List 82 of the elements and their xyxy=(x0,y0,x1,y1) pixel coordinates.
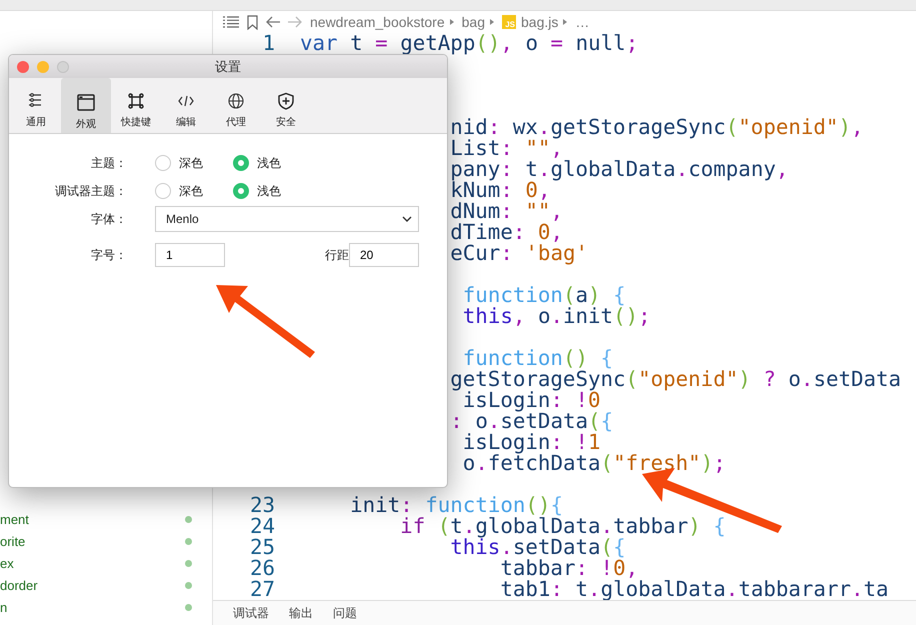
settings-tab[interactable]: 编辑 xyxy=(161,78,211,133)
breadcrumb-item[interactable]: newdream_bookstore xyxy=(310,14,445,30)
line-number: 25 xyxy=(248,537,275,558)
code-line: this.setData({ xyxy=(450,537,626,558)
radio-button[interactable] xyxy=(233,155,249,171)
panel-tab[interactable]: 输出 xyxy=(289,605,313,622)
window-icon xyxy=(77,94,95,112)
chevron-icon xyxy=(563,19,568,25)
code-line: dNum: "", xyxy=(450,201,563,222)
code-line: function() { xyxy=(462,348,614,369)
settings-tab[interactable]: 通用 xyxy=(11,78,61,133)
status-dot-icon xyxy=(185,604,192,610)
font-dropdown[interactable]: Menlo xyxy=(155,206,419,232)
file-name[interactable]: ex xyxy=(0,556,185,570)
breadcrumb-item[interactable]: bag.js xyxy=(521,14,558,30)
code-line: init: function(){ xyxy=(350,495,564,516)
file-name[interactable]: ment xyxy=(0,512,185,526)
chevron-down-icon xyxy=(402,216,412,222)
breadcrumb-item[interactable]: bag xyxy=(462,14,485,30)
number-input[interactable]: 1 xyxy=(155,243,225,267)
code-line: if (t.globalData.tabbar) { xyxy=(400,516,726,537)
field-label: 字号： xyxy=(90,246,127,264)
line-number: 27 xyxy=(248,579,275,600)
status-dot-icon xyxy=(185,582,192,588)
code-line: List: "", xyxy=(450,138,563,159)
forward-arrow-icon[interactable] xyxy=(288,16,302,28)
settings-tab[interactable]: 安全 xyxy=(261,78,311,133)
minimize-button[interactable] xyxy=(37,60,49,72)
line-number: 26 xyxy=(248,558,275,579)
zoom-button[interactable] xyxy=(57,60,69,72)
code-line: isLogin: !1 xyxy=(462,432,601,453)
code-line: : o.setData({ xyxy=(450,411,614,432)
code-line: isLogin: !0 xyxy=(462,390,601,411)
file-name[interactable]: dorder xyxy=(0,578,185,592)
code-line: eCur: 'bag' xyxy=(450,243,588,264)
panel-tab[interactable]: 问题 xyxy=(333,605,357,622)
file-name[interactable]: n xyxy=(0,600,185,614)
code-line: this, o.init(); xyxy=(462,306,651,327)
breadcrumb-more[interactable]: … xyxy=(575,14,590,30)
radio-label[interactable]: 深色 xyxy=(179,154,203,172)
radio-label[interactable]: 深色 xyxy=(179,182,203,200)
settings-tab[interactable]: 代理 xyxy=(211,78,261,133)
panel-tab[interactable]: 调试器 xyxy=(233,605,269,622)
status-dot-icon xyxy=(185,516,192,522)
code-line: getStorageSync("openid") ? o.setData xyxy=(450,369,902,390)
back-arrow-icon[interactable] xyxy=(266,16,280,28)
number-input[interactable]: 20 xyxy=(349,243,419,267)
radio-label[interactable]: 浅色 xyxy=(257,154,281,172)
status-dot-icon xyxy=(185,560,192,566)
command-key-icon xyxy=(127,92,145,110)
close-button[interactable] xyxy=(17,60,29,72)
code-line: dTime: 0, xyxy=(450,222,563,243)
list-icon[interactable] xyxy=(223,16,239,28)
js-file-icon: JS xyxy=(502,15,516,29)
code-line: var t = getApp(), o = null; xyxy=(300,33,638,54)
code-line: kNum: 0, xyxy=(450,180,550,201)
radio-button[interactable] xyxy=(233,183,249,199)
code-line: function(a) { xyxy=(462,285,626,306)
code-line: o.fetchData("fresh"); xyxy=(462,453,726,474)
status-dot-icon xyxy=(185,538,192,544)
line-number: 24 xyxy=(248,516,275,537)
radio-label[interactable]: 浅色 xyxy=(257,182,281,200)
window-title: 设置 xyxy=(215,58,241,74)
globe-icon xyxy=(227,92,245,110)
file-name[interactable]: orite xyxy=(0,534,185,548)
code-line: nid: wx.getStorageSync("openid"), xyxy=(450,117,864,138)
settings-tab[interactable]: 快捷键 xyxy=(111,78,161,133)
field-label: 行距 xyxy=(324,246,349,264)
line-number: 1 xyxy=(261,33,275,54)
field-label: 字体： xyxy=(90,210,127,228)
settings-tab[interactable]: 外观 xyxy=(61,78,111,133)
shield-plus-icon xyxy=(277,92,295,110)
line-number: 23 xyxy=(248,495,275,516)
chevron-icon xyxy=(450,19,454,25)
code-line: pany: t.globalData.company, xyxy=(450,159,788,180)
radio-button[interactable] xyxy=(155,183,171,199)
code-line: tabbar: !0, xyxy=(500,558,638,579)
field-label: 调试器主题： xyxy=(54,182,127,200)
bookmark-icon[interactable] xyxy=(247,14,258,30)
radio-button[interactable] xyxy=(155,155,171,171)
chevron-icon xyxy=(490,19,494,25)
field-label: 主题： xyxy=(90,154,127,172)
